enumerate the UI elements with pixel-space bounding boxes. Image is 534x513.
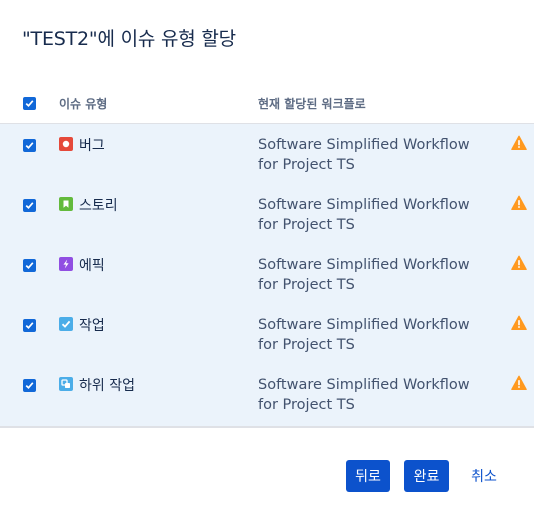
row-checkbox[interactable]	[23, 139, 36, 152]
cancel-button[interactable]: 취소	[462, 460, 506, 492]
checkmark-icon	[25, 142, 34, 150]
issue-type-name: 작업	[79, 318, 105, 334]
task-icon	[59, 317, 73, 331]
issue-type-name: 하위 작업	[79, 378, 135, 394]
subtask-icon	[59, 377, 73, 391]
checkmark-icon	[25, 262, 34, 270]
issue-type-name: 에픽	[79, 258, 105, 274]
warning-icon	[511, 315, 527, 330]
row-checkbox[interactable]	[23, 199, 36, 212]
story-icon	[59, 197, 73, 211]
header-issue-type: 이슈 유형	[59, 97, 108, 111]
checkmark-icon	[25, 382, 34, 390]
workflow-name: Software Simplified Workflow for Project…	[258, 377, 470, 413]
workflow-name: Software Simplified Workflow for Project…	[258, 257, 470, 293]
table-row: 에픽 Software Simplified Workflow for Proj…	[0, 244, 534, 304]
row-checkbox[interactable]	[23, 379, 36, 392]
checkmark-icon	[25, 322, 34, 330]
row-checkbox[interactable]	[23, 319, 36, 332]
warning-icon	[511, 195, 527, 210]
issue-type-table: 버그 Software Simplified Workflow for Proj…	[0, 123, 534, 428]
warning-icon	[511, 255, 527, 270]
workflow-name: Software Simplified Workflow for Project…	[258, 317, 470, 353]
workflow-name: Software Simplified Workflow for Project…	[258, 137, 470, 173]
checkmark-icon	[25, 202, 34, 210]
issue-type-name: 스토리	[79, 198, 118, 214]
warning-icon	[511, 375, 527, 390]
table-row: 작업 Software Simplified Workflow for Proj…	[0, 304, 534, 364]
back-button[interactable]: 뒤로	[346, 460, 390, 492]
row-checkbox[interactable]	[23, 259, 36, 272]
checkmark-icon	[25, 100, 34, 108]
header-workflow: 현재 할당된 워크플로	[258, 97, 366, 111]
dialog-title: "TEST2"에 이슈 유형 할당	[22, 28, 236, 50]
issue-type-name: 버그	[79, 138, 105, 154]
finish-button[interactable]: 완료	[404, 460, 449, 492]
table-row: 스토리 Software Simplified Workflow for Pro…	[0, 184, 534, 244]
table-header: 이슈 유형 현재 할당된 워크플로	[0, 88, 534, 120]
warning-icon	[511, 135, 527, 150]
bug-icon	[59, 137, 73, 151]
workflow-name: Software Simplified Workflow for Project…	[258, 197, 470, 233]
epic-icon	[59, 257, 73, 271]
table-row: 하위 작업 Software Simplified Workflow for P…	[0, 364, 534, 424]
select-all-checkbox[interactable]	[23, 97, 36, 110]
table-row: 버그 Software Simplified Workflow for Proj…	[0, 124, 534, 184]
